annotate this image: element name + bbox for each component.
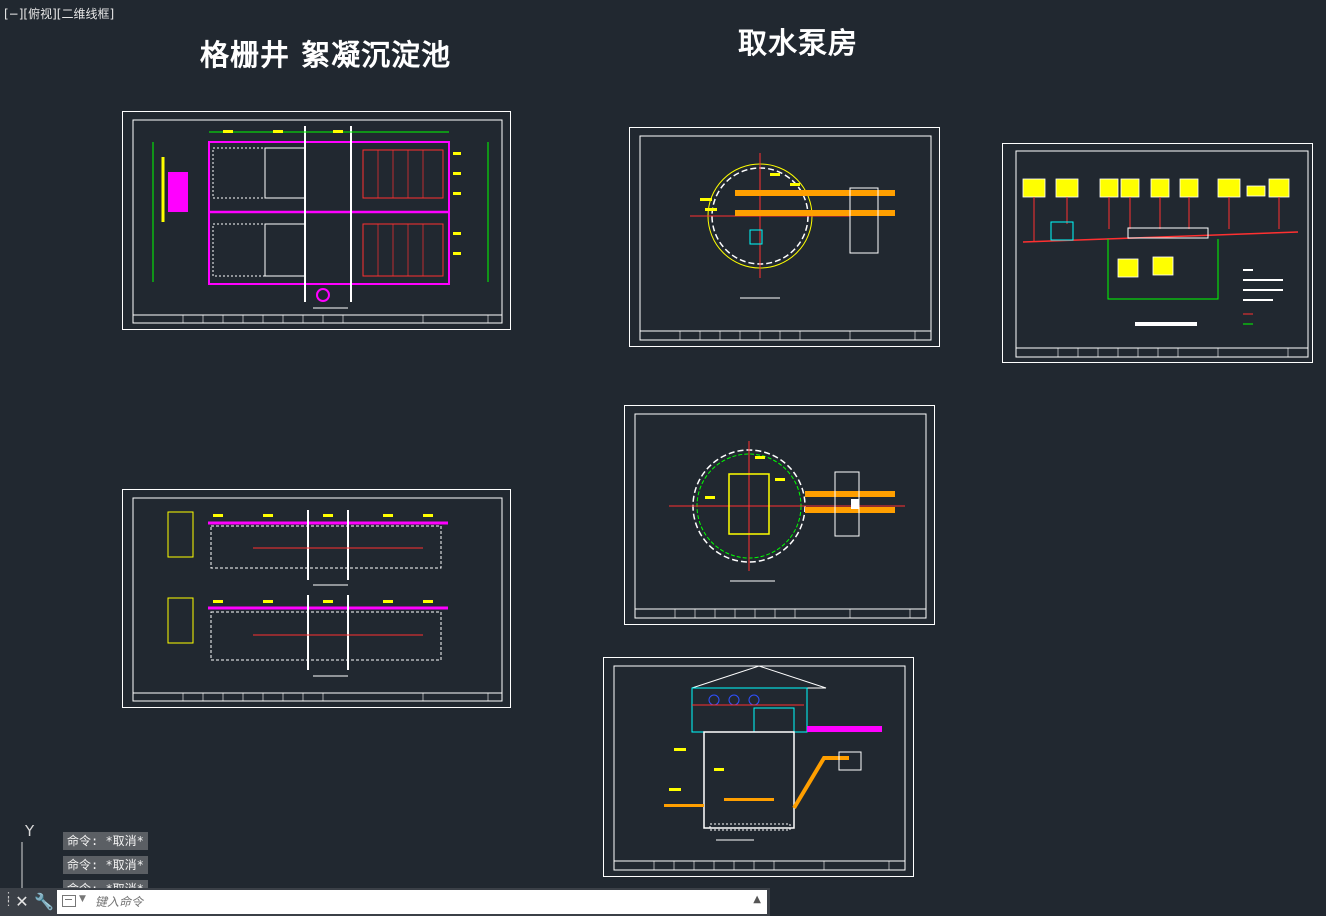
drawing-sheet-intake-pump-house-plan-upper[interactable] [629,127,940,347]
drawing-sheet-intake-pump-house-section[interactable] [603,657,914,877]
title-grating-flocculation: 格栅井 絮凝沉淀池 [200,38,452,72]
drawing-sheet-grating-flocculation-section[interactable] [122,489,511,708]
command-line-bar: ⋮⋮ ✕ 🔧 ▼ ▲ [0,888,770,916]
drawing-sheet-intake-pump-house-plan-lower[interactable] [624,405,935,625]
title-intake-pump-house: 取水泵房 [738,26,859,60]
chevron-up-icon[interactable]: ▲ [753,894,761,905]
command-input-box[interactable]: ▼ ▲ [57,890,767,914]
ucs-icon: Y [14,820,54,890]
chevron-down-icon[interactable]: ▼ [79,894,86,904]
wrench-icon[interactable]: 🔧 [34,891,54,913]
drawing-sheet-grating-flocculation-plan[interactable] [122,111,511,330]
ucs-y-label: Y [24,822,35,840]
viewport-controls-label[interactable]: [−][俯视][二维线框] [4,5,114,22]
close-icon[interactable]: ✕ [14,891,30,913]
drawing-sheet-water-plant-process-flow[interactable] [1002,143,1313,363]
command-history-line: 命令: *取消* [63,832,148,850]
drag-handle-icon[interactable]: ⋮ ⋮ [3,891,14,910]
command-history-line: 命令: *取消* [63,856,148,874]
command-input[interactable] [93,892,737,912]
command-recent-icon[interactable] [62,895,76,907]
